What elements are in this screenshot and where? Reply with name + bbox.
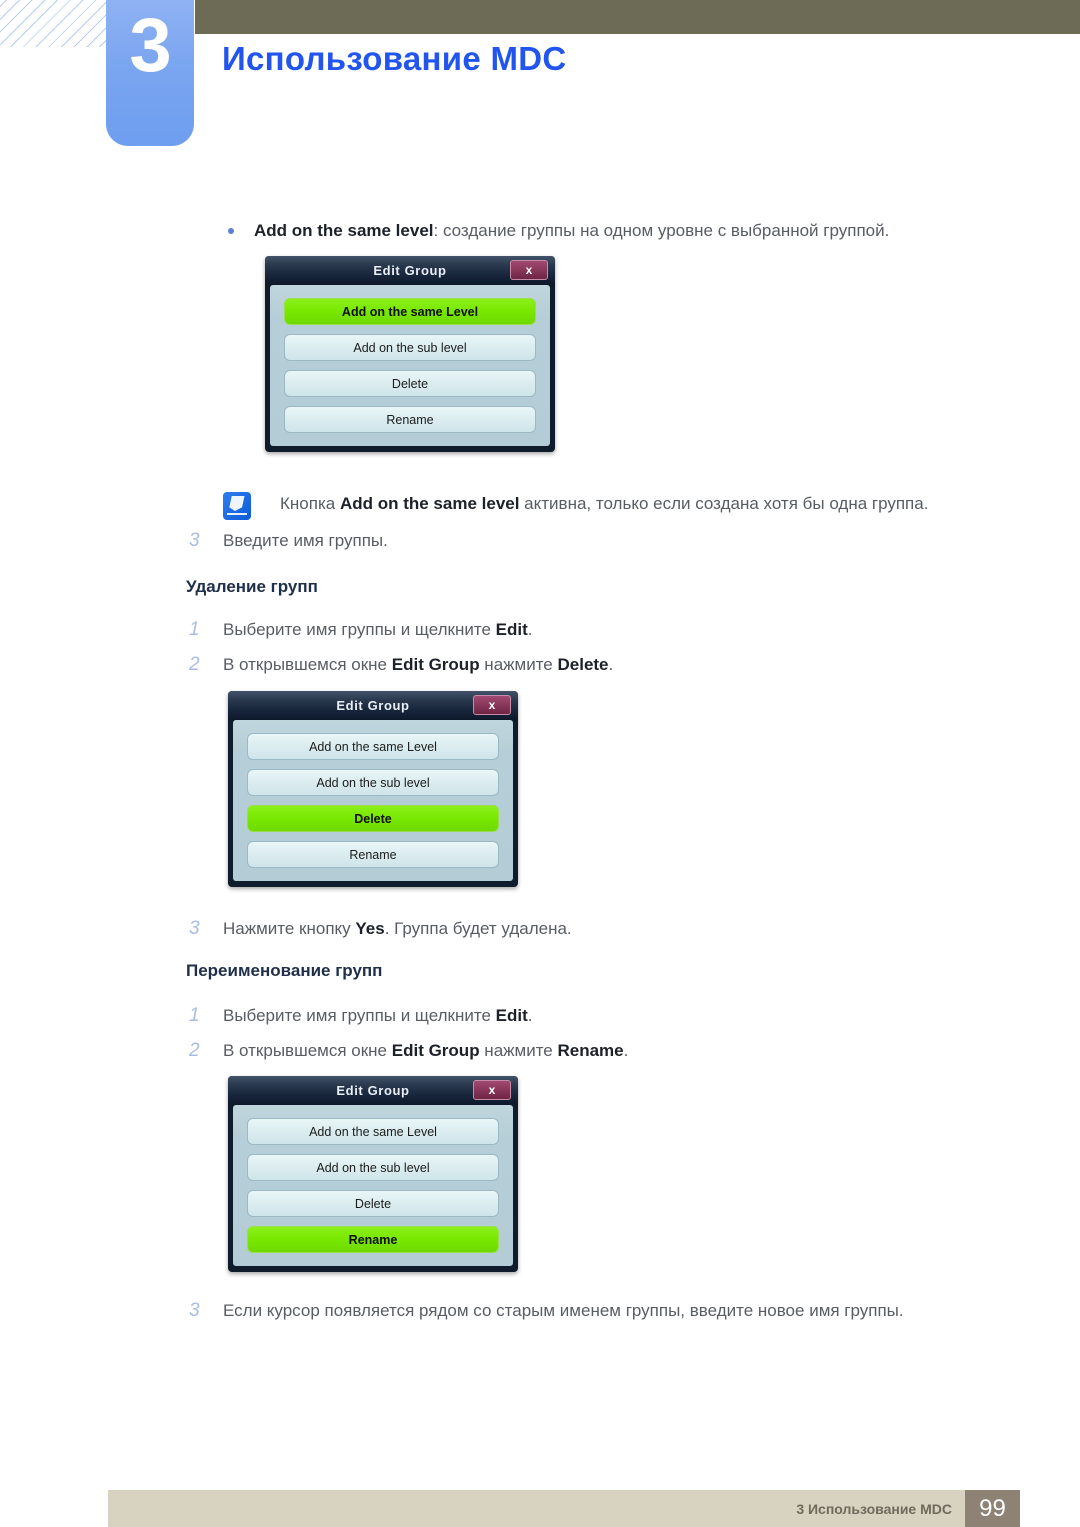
delete-button[interactable]: Delete <box>284 370 536 397</box>
dialog-titlebar: Edit Group x <box>228 691 518 720</box>
edit-group-dialog-3[interactable]: Edit Group x Add on the same Level Add o… <box>228 1076 518 1272</box>
close-icon[interactable]: x <box>473 1080 511 1100</box>
note-add-same-level: Кнопка Add on the same level активна, то… <box>223 492 928 520</box>
step-bold-label-2: Delete <box>557 655 609 674</box>
rename-button[interactable]: Rename <box>247 1226 499 1253</box>
add-on-same-level-button[interactable]: Add on the same Level <box>247 1118 499 1145</box>
header-olive-bar <box>195 0 1080 34</box>
step-bold-label: Yes <box>355 919 385 938</box>
add-on-same-level-button[interactable]: Add on the same Level <box>247 733 499 760</box>
step-number: 2 <box>189 654 200 675</box>
add-on-sub-level-button[interactable]: Add on the sub level <box>284 334 536 361</box>
add-on-sub-level-button[interactable]: Add on the sub level <box>247 1154 499 1181</box>
step-text: Нажмите кнопку Yes. Группа будет удалена… <box>223 917 572 942</box>
step-number: 3 <box>189 530 200 551</box>
step-number: 1 <box>189 619 200 640</box>
dialog-body: Add on the same Level Add on the sub lev… <box>270 285 550 446</box>
rename-button[interactable]: Rename <box>284 406 536 433</box>
delete-button[interactable]: Delete <box>247 1190 499 1217</box>
step-rename-3: 3 Если курсор появляется рядом со старым… <box>189 1299 904 1324</box>
step-bold-label-2: Rename <box>557 1041 624 1060</box>
step-bold-label: Edit Group <box>391 655 480 674</box>
step-post-text: . <box>527 620 533 639</box>
step-bold-label: Edit <box>495 1006 528 1025</box>
page-title: Использование MDC <box>222 40 567 77</box>
step-pre-text: Нажмите кнопку <box>223 919 356 938</box>
step-mid-text: нажмите <box>479 655 558 674</box>
edit-group-dialog-2[interactable]: Edit Group x Add on the same Level Add o… <box>228 691 518 887</box>
note-text: Кнопка Add on the same level активна, то… <box>280 492 928 517</box>
step-text: Выберите имя группы и щелкните Edit. <box>223 618 532 643</box>
note-post-text: активна, только если создана хотя бы одн… <box>519 494 929 513</box>
dialog-title: Edit Group <box>336 698 410 713</box>
dialog-title: Edit Group <box>336 1083 410 1098</box>
bullet-rest-text: : создание группы на одном уровне с выбр… <box>433 221 890 240</box>
note-pencil-icon <box>223 492 251 520</box>
decorative-hatch-pattern <box>0 0 106 47</box>
step-rename-1: 1 Выберите имя группы и щелкните Edit. <box>189 1004 532 1029</box>
page-number: 99 <box>965 1490 1020 1527</box>
delete-button[interactable]: Delete <box>247 805 499 832</box>
dialog-titlebar: Edit Group x <box>265 256 555 285</box>
step-pre-text: Выберите имя группы и щелкните <box>223 1006 496 1025</box>
bullet-text: Add on the same level: создание группы н… <box>254 219 889 244</box>
step-post-text: . <box>608 655 614 674</box>
page-footer: 3 Использование MDC 99 <box>108 1490 1020 1527</box>
add-on-same-level-button[interactable]: Add on the same Level <box>284 298 536 325</box>
chapter-tab: 3 <box>106 0 194 146</box>
dialog-body: Add on the same Level Add on the sub lev… <box>233 720 513 881</box>
close-icon[interactable]: x <box>510 260 548 280</box>
step-mid-text: нажмите <box>479 1041 558 1060</box>
step-rename-2: 2 В открывшемся окне Edit Group нажмите … <box>189 1039 628 1064</box>
section-heading-rename: Переименование групп <box>186 961 383 980</box>
dialog-title: Edit Group <box>373 263 447 278</box>
step-number: 2 <box>189 1040 200 1061</box>
page-header: 3 Использование MDC <box>0 0 1080 150</box>
section-heading-delete: Удаление групп <box>186 577 318 596</box>
add-on-sub-level-button[interactable]: Add on the sub level <box>247 769 499 796</box>
step-bold-label: Edit Group <box>391 1041 480 1060</box>
close-icon[interactable]: x <box>473 695 511 715</box>
bullet-add-same-level: Add on the same level: создание группы н… <box>228 219 889 244</box>
rename-button[interactable]: Rename <box>247 841 499 868</box>
step-add-3: 3 Введите имя группы. <box>189 529 388 554</box>
step-post-text: . <box>623 1041 629 1060</box>
edit-group-dialog-1[interactable]: Edit Group x Add on the same Level Add o… <box>265 256 555 452</box>
dialog-body: Add on the same Level Add on the sub lev… <box>233 1105 513 1266</box>
step-text: Если курсор появляется рядом со старым и… <box>223 1301 904 1320</box>
step-post-text: . Группа будет удалена. <box>384 919 572 938</box>
step-pre-text: В открывшемся окне <box>223 1041 392 1060</box>
dialog-titlebar: Edit Group x <box>228 1076 518 1105</box>
step-text: Выберите имя группы и щелкните Edit. <box>223 1004 532 1029</box>
step-number: 3 <box>189 1300 200 1321</box>
step-text: В открывшемся окне Edit Group нажмите Re… <box>223 1039 628 1064</box>
step-text: В открывшемся окне Edit Group нажмите De… <box>223 653 613 678</box>
bullet-dot-icon <box>228 228 234 234</box>
step-number: 1 <box>189 1005 200 1026</box>
step-text: Введите имя группы. <box>223 531 388 550</box>
bullet-bold-label: Add on the same level <box>254 221 434 240</box>
note-pre-text: Кнопка <box>280 494 340 513</box>
footer-chapter-label: 3 Использование MDC <box>796 1500 952 1517</box>
step-bold-label: Edit <box>495 620 528 639</box>
step-delete-3: 3 Нажмите кнопку Yes. Группа будет удале… <box>189 917 572 942</box>
step-delete-1: 1 Выберите имя группы и щелкните Edit. <box>189 618 532 643</box>
step-number: 3 <box>189 918 200 939</box>
note-bold-label: Add on the same level <box>339 494 520 513</box>
chapter-number: 3 <box>129 3 171 88</box>
step-pre-text: Выберите имя группы и щелкните <box>223 620 496 639</box>
step-delete-2: 2 В открывшемся окне Edit Group нажмите … <box>189 653 613 678</box>
step-post-text: . <box>527 1006 533 1025</box>
step-pre-text: В открывшемся окне <box>223 655 392 674</box>
